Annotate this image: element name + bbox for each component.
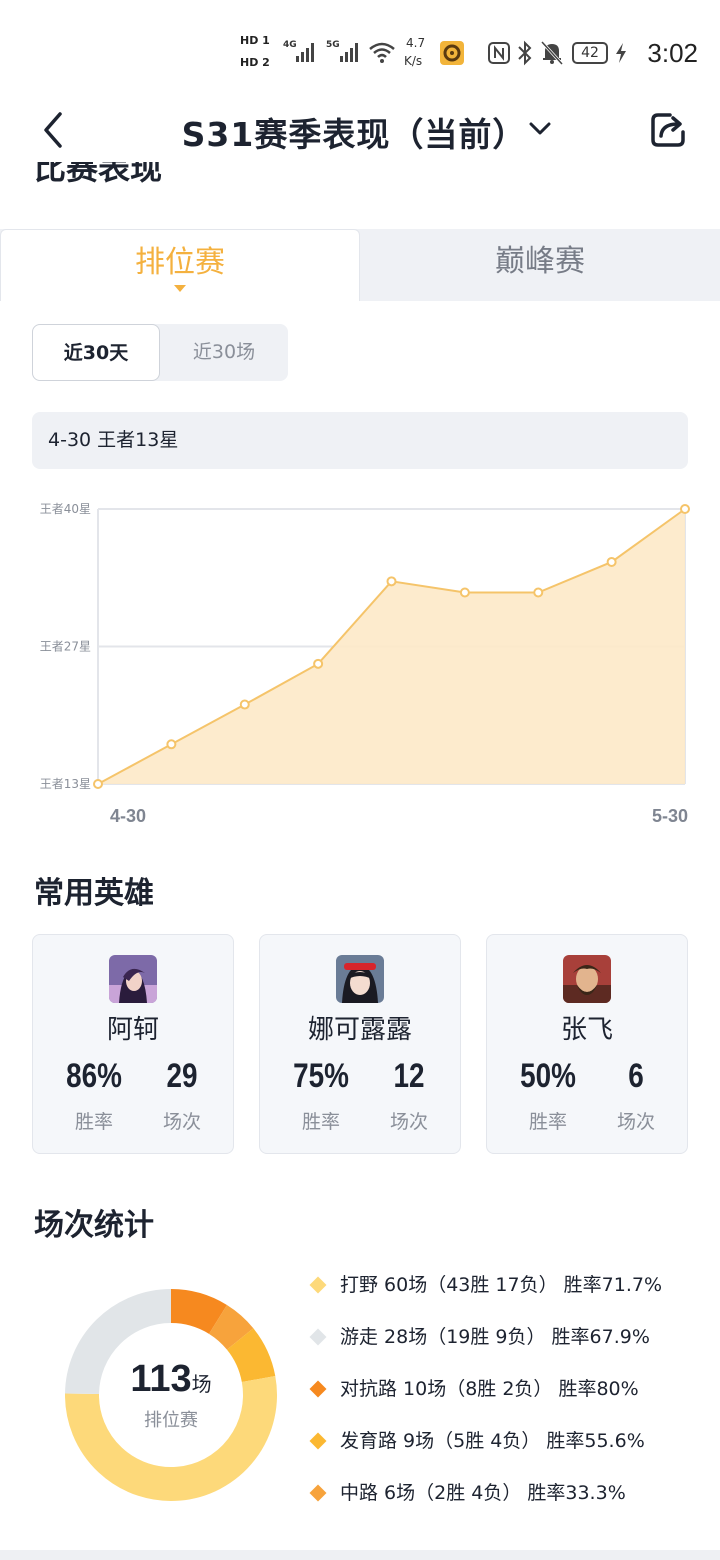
donut-segment <box>170 1289 227 1335</box>
hero-card[interactable]: 阿轲 86% 29 胜率 场次 <box>32 934 234 1154</box>
legend-text: 中路 6场（2胜 4负） 胜率33.3% <box>340 1482 626 1504</box>
network-4g-label: 4G <box>283 40 297 50</box>
legend-text: 打野 60场（43胜 17负） 胜率71.7% <box>340 1274 663 1296</box>
rank-trend-chart[interactable]: 王者40星王者27星王者13星 4-30 5-30 <box>0 490 720 830</box>
hero-games-label: 场次 <box>162 1111 201 1133</box>
hd1-indicator: HD 1 <box>240 34 270 47</box>
bluetooth-icon <box>518 40 532 66</box>
y-tick-label: 王者13星 <box>40 777 91 791</box>
data-point <box>533 587 544 598</box>
hero-winrate-label: 胜率 <box>301 1111 340 1133</box>
donut-total-label: 排位赛 <box>144 1410 198 1431</box>
section-title-match-performance: 比赛表现 <box>34 162 163 187</box>
chevron-down-icon[interactable] <box>526 116 554 140</box>
y-tick-label: 王者40星 <box>40 502 91 516</box>
active-tab-caret-icon <box>174 285 186 292</box>
legend-item-mid-lane: 中路 6场（2胜 4负） 胜率33.3% <box>308 1478 626 1508</box>
legend-item-farm-lane: 发育路 9场（5胜 4负） 胜率55.6% <box>308 1426 645 1456</box>
section-title-game-stats: 场次统计 <box>34 1208 154 1243</box>
net-speed-value: 4.7 <box>406 36 426 50</box>
donut-total: 113场 <box>100 1358 242 1401</box>
status-bar: HD 1 HD 2 4G 5G 4.7 K/s 42 3:02 <box>0 0 720 100</box>
hero-games: 12 <box>393 1057 425 1095</box>
hero-winrate-label: 胜率 <box>74 1111 113 1133</box>
hero-avatar-ake <box>109 955 157 1003</box>
hero-games-label: 场次 <box>389 1111 428 1133</box>
chart-tooltip-box: 4-30 王者13星 <box>32 412 688 469</box>
legend-text: 发育路 9场（5胜 4负） 胜率55.6% <box>340 1430 645 1452</box>
signal-5g-icon <box>340 42 358 62</box>
hero-card[interactable]: 张飞 50% 6 胜率 场次 <box>486 934 688 1154</box>
legend-diamond-icon <box>309 1484 327 1501</box>
legend-diamond-icon <box>309 1380 327 1397</box>
donut-segment <box>208 1304 254 1351</box>
legend-item-jungle: 打野 60场（43胜 17负） 胜率71.7% <box>308 1270 662 1300</box>
data-point <box>93 779 103 789</box>
hd2-indicator: HD 2 <box>240 56 270 69</box>
wifi-icon <box>369 42 395 63</box>
net-speed-unit: K/s <box>404 54 423 68</box>
range-segmented-control: 近30天 近30场 <box>32 324 288 381</box>
section-title-heroes: 常用英雄 <box>34 876 154 911</box>
hero-avatar-nakoruru <box>336 955 384 1003</box>
legend-item-roam: 游走 28场（19胜 9负） 胜率67.9% <box>308 1322 650 1352</box>
x-tick-label: 5-30 <box>652 806 688 826</box>
segment-last-30-days[interactable]: 近30天 <box>32 324 160 381</box>
app-notification-icon <box>440 41 464 65</box>
data-point <box>166 739 177 750</box>
hero-name: 娜可露露 <box>307 1015 412 1045</box>
legend-text: 对抗路 10场（8胜 2负） 胜率80% <box>340 1378 639 1400</box>
donut-total-value: 113 <box>130 1358 192 1400</box>
hero-winrate-label: 胜率 <box>528 1111 567 1133</box>
y-tick-label: 王者27星 <box>40 640 91 654</box>
segment-last-30-games[interactable]: 近30场 <box>160 324 288 381</box>
mute-bell-icon <box>540 40 564 66</box>
charging-icon <box>616 43 626 63</box>
legend-item-clash-lane: 对抗路 10场（8胜 2负） 胜率80% <box>308 1374 639 1404</box>
legend-diamond-icon <box>309 1276 327 1293</box>
tab-peak[interactable]: 巅峰赛 <box>360 229 720 301</box>
hero-name: 张飞 <box>560 1015 613 1045</box>
mode-tabs: 排位赛 巅峰赛 <box>0 229 720 301</box>
legend-diamond-icon <box>309 1328 327 1345</box>
x-tick-label: 4-30 <box>110 806 146 826</box>
data-point <box>313 658 324 669</box>
hero-avatar-zhangfei <box>563 955 611 1003</box>
page-title[interactable]: S31赛季表现（当前） <box>0 108 720 156</box>
hero-name: 阿轲 <box>106 1015 159 1045</box>
battery-icon: 42 <box>572 42 608 64</box>
donut-segment <box>226 1328 276 1383</box>
data-point <box>386 576 397 587</box>
nfc-icon <box>488 42 510 64</box>
data-point <box>239 699 250 710</box>
donut-total-unit: 场 <box>191 1374 212 1396</box>
signal-4g-icon <box>296 42 314 62</box>
data-point <box>459 587 470 598</box>
header: S31赛季表现（当前） <box>0 100 720 160</box>
hero-games-label: 场次 <box>616 1111 655 1133</box>
bottom-edge <box>0 1550 720 1560</box>
data-point <box>606 556 617 567</box>
data-point <box>680 504 690 514</box>
legend-diamond-icon <box>309 1432 327 1449</box>
hero-winrate: 75% <box>293 1057 349 1095</box>
legend-text: 游走 28场（19胜 9负） 胜率67.9% <box>340 1326 650 1348</box>
hero-card[interactable]: 娜可露露 75% 12 胜率 场次 <box>259 934 461 1154</box>
hero-games: 6 <box>628 1057 644 1095</box>
hero-games: 29 <box>166 1057 198 1095</box>
network-5g-label: 5G <box>326 40 340 50</box>
hero-winrate: 50% <box>520 1057 576 1095</box>
clock: 3:02 <box>647 38 698 68</box>
hero-winrate: 86% <box>66 1057 122 1095</box>
share-button[interactable] <box>648 110 688 150</box>
